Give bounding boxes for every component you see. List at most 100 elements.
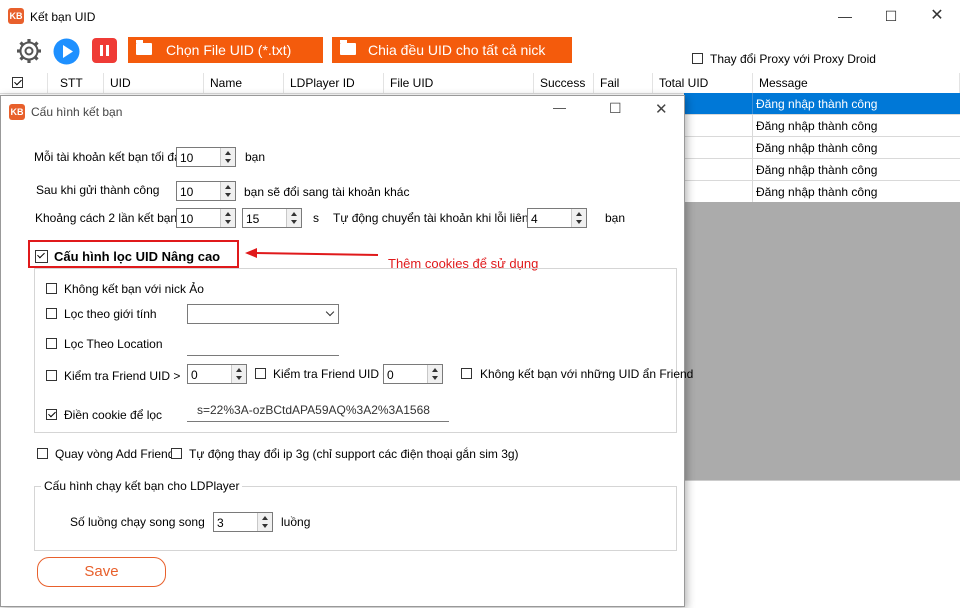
max-friends-value: 10: [180, 151, 194, 165]
friend-lt-value: 0: [387, 368, 394, 382]
folder-icon: [136, 40, 152, 55]
proxy-checkbox-label: Thay đổi Proxy với Proxy Droid: [710, 52, 876, 66]
maximize-icon[interactable]: ☐: [868, 0, 914, 32]
minimize-icon[interactable]: —: [553, 100, 573, 115]
friend-gt-value: 0: [191, 368, 198, 382]
message-cell: Đăng nhập thành công: [756, 141, 878, 155]
table-row[interactable]: Đăng nhập thành công: [684, 137, 960, 159]
close-icon[interactable]: ✕: [914, 0, 960, 32]
log-panel: [684, 480, 960, 608]
auto-switch-stepper[interactable]: 4: [527, 208, 587, 228]
close-icon[interactable]: ✕: [655, 100, 675, 118]
gear-icon[interactable]: [15, 37, 43, 65]
table-row[interactable]: Đăng nhập thành công: [684, 159, 960, 181]
friend-lt-stepper[interactable]: 0: [383, 364, 443, 384]
ldplayer-group-title: Cấu hình chạy kết bạn cho LDPlayer: [41, 479, 243, 493]
after-success-label: Sau khi gửi thành công: [36, 183, 160, 197]
cookie-label: Điền cookie để lọc: [64, 408, 163, 422]
col-stt[interactable]: STT: [48, 73, 104, 93]
advanced-filter-label: Cấu hình lọc UID Nâng cao: [54, 249, 221, 264]
message-cell: Đăng nhập thành công: [756, 163, 878, 177]
choose-file-button[interactable]: Chọn File UID (*.txt): [128, 37, 323, 63]
auto-switch-label: Tự động chuyển tài khoản khi lỗi liên tụ…: [333, 211, 548, 225]
no-fake-label: Không kết bạn với nick Ảo: [64, 282, 204, 296]
auto-ip-checkbox[interactable]: [171, 448, 182, 459]
message-cell: Đăng nhập thành công: [756, 185, 878, 199]
table-row[interactable]: Đăng nhập thành công: [684, 115, 960, 137]
auto-ip-label: Tự động thay đổi ip 3g (chỉ support các …: [189, 447, 519, 461]
col-uid[interactable]: UID: [104, 73, 204, 93]
friend-gt-checkbox[interactable]: [46, 370, 57, 381]
main-window-title: Kết bạn UID: [30, 10, 96, 24]
location-input[interactable]: [187, 337, 339, 356]
maximize-icon[interactable]: ☐: [609, 100, 629, 117]
interval-unit: s: [313, 211, 319, 225]
message-cell: Đăng nhập thành công: [756, 97, 878, 111]
table-empty-area: [684, 202, 960, 480]
col-message[interactable]: Message: [753, 73, 960, 93]
gender-filter-label: Lọc theo giới tính: [64, 307, 157, 321]
gender-filter-checkbox[interactable]: [46, 308, 57, 319]
hidden-friend-label: Không kết bạn với những UID ẩn Friend: [480, 367, 694, 381]
select-all-header[interactable]: [0, 73, 48, 93]
config-dialog: KB Cấu hình kết bạn — ☐ ✕ Mỗi tài khoản …: [0, 95, 693, 607]
message-cell: Đăng nhập thành công: [756, 119, 878, 133]
interval-label: Khoảng cách 2 lần kết bạn: [35, 211, 178, 225]
location-filter-label: Lọc Theo Location: [64, 337, 163, 351]
location-filter-checkbox[interactable]: [46, 338, 57, 349]
select-all-checkbox[interactable]: [12, 77, 23, 88]
auto-switch-value: 4: [531, 212, 538, 226]
interval-min-stepper[interactable]: 10: [176, 208, 236, 228]
col-file-uid[interactable]: File UID: [384, 73, 534, 93]
split-uid-button[interactable]: Chia đều UID cho tất cả nick: [332, 37, 572, 63]
col-success[interactable]: Success: [534, 73, 594, 93]
app-icon: KB: [8, 8, 24, 24]
table-row[interactable]: Đăng nhập thành công: [684, 93, 960, 115]
loop-add-checkbox[interactable]: [37, 448, 48, 459]
max-friends-label: Mỗi tài khoản kết bạn tối đa: [34, 150, 181, 164]
auto-switch-suffix: bạn: [605, 211, 626, 225]
friend-lt-label: Kiểm tra Friend UID <: [273, 367, 390, 381]
after-success-stepper[interactable]: 10: [176, 181, 236, 201]
col-fail[interactable]: Fail: [594, 73, 653, 93]
main-titlebar: KB Kết bạn UID — ☐ ✕: [0, 0, 960, 32]
dialog-title: Cấu hình kết bạn: [31, 105, 123, 119]
loop-add-label: Quay vòng Add Friend: [55, 447, 175, 461]
cookie-input[interactable]: s=22%3A-ozBCtdAPA59AQ%3A2%3A1568: [187, 399, 449, 422]
pause-icon[interactable]: [92, 38, 120, 66]
max-friends-stepper[interactable]: 10: [176, 147, 236, 167]
col-total-uid[interactable]: Total UID: [653, 73, 753, 93]
annotation-arrow-icon: [245, 248, 379, 258]
max-friends-suffix: bạn: [245, 150, 266, 164]
no-fake-checkbox[interactable]: [46, 283, 57, 294]
cookie-input-value: s=22%3A-ozBCtdAPA59AQ%3A2%3A1568: [197, 403, 430, 417]
gender-select[interactable]: [187, 304, 339, 324]
threads-suffix: luồng: [281, 515, 311, 529]
friend-gt-label: Kiểm tra Friend UID >: [64, 369, 181, 383]
threads-label: Số luồng chạy song song: [70, 515, 205, 529]
after-success-value: 10: [180, 185, 194, 199]
proxy-checkbox[interactable]: [692, 53, 703, 64]
dialog-app-icon: KB: [9, 104, 25, 120]
play-icon[interactable]: [53, 38, 81, 66]
minimize-icon[interactable]: —: [822, 0, 868, 32]
after-success-suffix: bạn sẽ đổi sang tài khoản khác: [244, 185, 410, 199]
table-row[interactable]: Đăng nhập thành công: [684, 181, 960, 203]
interval-max-stepper[interactable]: 15: [242, 208, 302, 228]
threads-stepper[interactable]: 3: [213, 512, 273, 532]
hidden-friend-checkbox[interactable]: [461, 368, 472, 379]
friend-gt-stepper[interactable]: 0: [187, 364, 247, 384]
col-name[interactable]: Name: [204, 73, 284, 93]
table-header: STT UID Name LDPlayer ID File UID Succes…: [0, 73, 960, 94]
interval-min-value: 10: [180, 212, 194, 226]
col-ldplayer-id[interactable]: LDPlayer ID: [284, 73, 384, 93]
chevron-down-icon: [325, 307, 335, 317]
folder-icon: [340, 40, 356, 55]
choose-file-label: Chọn File UID (*.txt): [166, 42, 292, 58]
friend-lt-checkbox[interactable]: [255, 368, 266, 379]
advanced-filter-checkbox[interactable]: [35, 250, 48, 263]
threads-value: 3: [217, 516, 224, 530]
interval-max-value: 15: [246, 212, 260, 226]
cookie-checkbox[interactable]: [46, 409, 57, 420]
save-button[interactable]: Save: [37, 557, 166, 587]
